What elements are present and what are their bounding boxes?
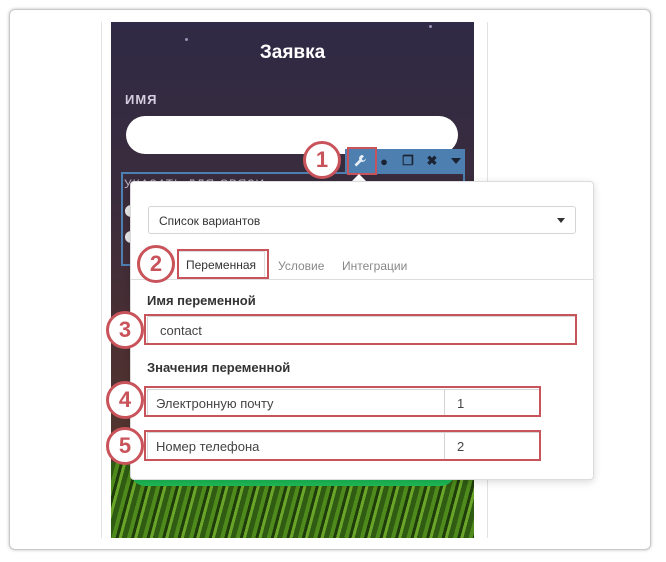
- select-value: Список вариантов: [159, 214, 261, 228]
- star-decoration: [429, 25, 432, 28]
- callout-badge: 2: [137, 245, 175, 283]
- field-type-select[interactable]: Список вариантов: [148, 206, 576, 234]
- callout-badge: 4: [106, 381, 144, 419]
- panel-pointer: [352, 174, 366, 181]
- highlight-box: [144, 386, 541, 417]
- highlight-box: [347, 147, 377, 175]
- chevron-down-icon: [557, 218, 565, 223]
- highlight-box: [144, 430, 541, 461]
- tab-condition[interactable]: Условие: [278, 259, 324, 273]
- callout-badge: 1: [303, 141, 341, 179]
- highlight-box: [177, 249, 269, 279]
- callout-badge: 5: [106, 427, 144, 465]
- tab-integrations[interactable]: Интеграции: [342, 259, 407, 273]
- form-title: Заявка: [259, 42, 326, 63]
- star-decoration: [185, 38, 188, 41]
- caret-down-icon[interactable]: [444, 149, 468, 173]
- variable-name-label: Имя переменной: [147, 293, 256, 308]
- close-icon[interactable]: ✖: [420, 149, 444, 173]
- variable-values-label: Значения переменной: [147, 360, 291, 375]
- tabs-divider: [131, 279, 593, 280]
- callout-badge: 3: [106, 311, 144, 349]
- copy-icon[interactable]: ❐: [396, 149, 420, 173]
- highlight-box: [144, 314, 577, 345]
- name-field-label: ИМЯ: [125, 92, 158, 107]
